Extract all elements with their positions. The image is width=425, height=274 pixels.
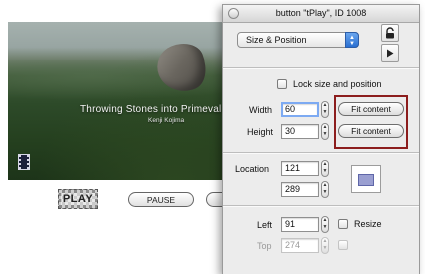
anchor-preview-object — [358, 174, 374, 186]
lock-size-label: Lock size and position — [293, 79, 382, 89]
top-stepper[interactable]: ▲ ▼ — [321, 237, 329, 254]
divider — [223, 67, 419, 69]
left-field[interactable]: 91 — [281, 217, 319, 232]
video-title: Throwing Stones into Primeval 3 n — [80, 104, 239, 115]
top-field[interactable]: 274 — [281, 238, 319, 253]
close-icon[interactable] — [228, 8, 239, 19]
lock-icon — [386, 27, 394, 39]
resize-checkbox[interactable] — [338, 219, 348, 229]
top-resize-checkbox[interactable] — [338, 240, 348, 250]
video-author: Kenji Kojima — [148, 117, 185, 124]
divider — [223, 205, 419, 207]
width-stepper[interactable]: ▲ ▼ — [321, 101, 329, 118]
inspector-palette: button "tPlay", ID 1008 Size & Position … — [222, 4, 420, 274]
top-label: Top — [257, 241, 272, 251]
location-x-field[interactable]: 121 — [281, 161, 319, 176]
location-y-stepper[interactable]: ▲ ▼ — [321, 181, 329, 198]
run-button[interactable] — [381, 44, 399, 62]
anchor-preview[interactable] — [351, 165, 381, 193]
height-stepper[interactable]: ▲ ▼ — [321, 123, 329, 140]
resize-label: Resize — [354, 219, 382, 229]
divider — [223, 152, 419, 154]
popup-arrows-icon: ▲ ▼ — [345, 32, 359, 48]
height-field[interactable]: 30 — [281, 124, 319, 139]
width-label: Width — [249, 105, 273, 115]
pause-button[interactable]: PAUSE — [128, 192, 194, 207]
film-strip-icon[interactable] — [18, 154, 30, 170]
section-popup-label: Size & Position — [246, 35, 307, 45]
left-stepper[interactable]: ▲ ▼ — [321, 216, 329, 233]
play-button[interactable]: PLAY — [58, 189, 98, 209]
lock-button[interactable] — [381, 24, 399, 42]
palette-title: button "tPlay", ID 1008 — [275, 8, 367, 18]
left-label: Left — [257, 220, 273, 230]
location-label: Location — [235, 164, 270, 174]
location-y-field[interactable]: 289 — [281, 182, 319, 197]
location-x-stepper[interactable]: ▲ ▼ — [321, 160, 329, 177]
lock-size-checkbox[interactable] — [277, 79, 287, 89]
palette-titlebar[interactable]: button "tPlay", ID 1008 — [223, 5, 419, 23]
play-triangle-icon — [387, 49, 394, 57]
section-popup[interactable]: Size & Position ▲ ▼ — [237, 32, 359, 48]
fit-content-highlight — [334, 95, 408, 149]
height-label: Height — [247, 127, 274, 137]
play-button-label: PLAY — [60, 193, 96, 205]
width-field[interactable]: 60 — [281, 102, 319, 117]
